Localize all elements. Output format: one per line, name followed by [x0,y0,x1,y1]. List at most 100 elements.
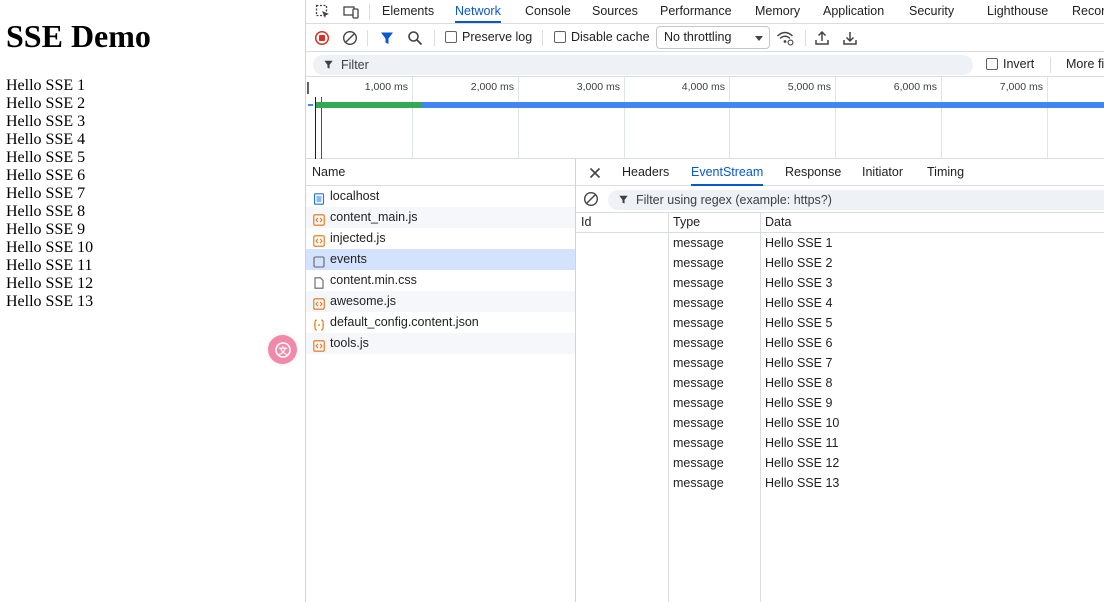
event-type-cell: message [673,316,724,330]
request-row[interactable]: content_main.js [306,207,575,228]
request-list: Name localhost content_main.js injected.js… [306,159,576,602]
invert-label: Invert [1003,57,1035,71]
devtools-panel: Elements Network Console Sources Performance… [305,0,1104,602]
timeline-tick-label: 6,000 ms [893,81,937,93]
timeline-grid-line [1047,77,1048,159]
network-timeline-overview[interactable]: 1,000 ms 2,000 ms 3,000 ms 4,000 ms 5,000 ms… [306,77,1104,159]
timeline-grid-line [624,77,625,159]
tab-memory[interactable]: Memory [755,0,800,23]
detail-tab-eventstream[interactable]: EventStream [691,159,764,186]
eventstream-row[interactable]: message Hello SSE 9 [576,393,1104,413]
request-row[interactable]: default_config.content.json [306,312,575,333]
file-icon [313,275,325,289]
eventstream-row[interactable]: message Hello SSE 12 [576,453,1104,473]
search-icon[interactable] [406,29,424,47]
detail-tab-initiator[interactable]: Initiator [862,159,903,186]
eventstream-row[interactable]: message Hello SSE 8 [576,373,1104,393]
eventstream-filter-input[interactable]: Filter using regex (example: https?) [608,190,1104,210]
close-details-button[interactable] [588,166,602,180]
disable-cache-checkbox[interactable] [554,31,566,43]
more-filters-button[interactable]: More fi [1066,57,1104,71]
event-type-cell: message [673,456,724,470]
detail-tab-response[interactable]: Response [785,159,841,186]
name-column-header[interactable]: Name [306,159,575,186]
eventstream-row[interactable]: message Hello SSE 5 [576,313,1104,333]
tab-console[interactable]: Console [525,0,571,23]
tab-application[interactable]: Application [823,0,884,23]
page-title: SSE Demo [6,18,151,54]
eventstream-row[interactable]: message Hello SSE 2 [576,253,1104,273]
eventstream-row[interactable]: message Hello SSE 1 [576,233,1104,253]
event-data-cell: Hello SSE 12 [765,456,840,470]
sse-message-line: Hello SSE 5 [6,149,86,166]
request-row[interactable]: awesome.js [306,291,575,312]
toolbar-divider [542,30,543,46]
filter-input[interactable]: Filter [313,55,973,75]
eventstream-row[interactable]: message Hello SSE 10 [576,413,1104,433]
request-row[interactable]: events [306,249,575,270]
eventstream-row[interactable]: message Hello SSE 7 [576,353,1104,373]
eventstream-row[interactable]: message Hello SSE 11 [576,433,1104,453]
chevron-down-icon [755,36,763,41]
invert-checkbox[interactable] [986,58,998,70]
type-column-header[interactable]: Type [673,213,700,232]
request-row[interactable]: localhost [306,186,575,207]
preserve-log-label: Preserve log [462,30,533,44]
request-name: default_config.content.json [330,315,479,329]
timeline-grid-line [941,77,942,159]
export-har-icon[interactable] [841,29,859,47]
sse-message-line: Hello SSE 9 [6,221,86,238]
clear-icon[interactable] [341,29,359,47]
id-column-header[interactable]: Id [581,213,591,232]
network-conditions-icon[interactable] [776,29,794,47]
tab-performance[interactable]: Performance [660,0,732,23]
timeline-tick-label: 2,000 ms [470,81,514,93]
timeline-grid-line [835,77,836,159]
event-type-cell: message [673,436,724,450]
eventstream-row[interactable]: message Hello SSE 4 [576,293,1104,313]
eventstream-header-row: Id Type Data [576,213,1104,233]
event-data-cell: Hello SSE 6 [765,336,833,350]
tab-security[interactable]: Security [909,0,954,23]
eventstream-table: Id Type Data message Hello SSE 1 message He… [576,213,1104,602]
device-toolbar-icon[interactable] [342,3,360,21]
toolbar-divider [805,30,806,46]
import-har-icon[interactable] [813,29,831,47]
eventstream-filter-bar: Filter using regex (example: https?) [576,186,1104,213]
event-type-cell: message [673,476,724,490]
json-icon [313,317,325,331]
event-data-cell: Hello SSE 3 [765,276,833,290]
tab-network[interactable]: Network [455,0,501,23]
event-data-cell: Hello SSE 9 [765,396,833,410]
throttling-select[interactable]: No throttling [656,26,770,49]
request-row[interactable]: content.min.css [306,270,575,291]
tab-divider [369,4,370,20]
tab-recor[interactable]: Recor [1072,0,1104,23]
timeline-start-marker [307,82,309,94]
eventstream-row[interactable]: message Hello SSE 13 [576,473,1104,493]
preserve-log-checkbox[interactable] [445,31,457,43]
tab-elements[interactable]: Elements [382,0,434,23]
event-type-cell: message [673,416,724,430]
tab-lighthouse[interactable]: Lighthouse [987,0,1048,23]
clear-messages-button[interactable] [583,191,601,209]
eventstream-row[interactable]: message Hello SSE 3 [576,273,1104,293]
event-type-cell: message [673,336,724,350]
timeline-tick-label: 5,000 ms [787,81,831,93]
request-row[interactable]: injected.js [306,228,575,249]
request-row[interactable]: tools.js [306,333,575,354]
filter-funnel-icon[interactable] [378,29,396,47]
stop-recording-icon[interactable] [313,29,331,47]
detail-tab-timing[interactable]: Timing [927,159,964,186]
timeline-tick-label: 4,000 ms [681,81,725,93]
eventstream-row[interactable]: message Hello SSE 6 [576,333,1104,353]
event-data-cell: Hello SSE 11 [765,436,839,450]
clear-icon [583,191,599,207]
data-column-header[interactable]: Data [765,213,791,232]
tab-sources[interactable]: Sources [592,0,638,23]
sse-message-line: Hello SSE 7 [6,185,86,202]
event-data-cell: Hello SSE 7 [765,356,833,370]
translate-extension-button[interactable]: 文 [268,335,297,364]
inspect-element-icon[interactable] [314,3,332,21]
detail-tab-headers[interactable]: Headers [622,159,669,186]
